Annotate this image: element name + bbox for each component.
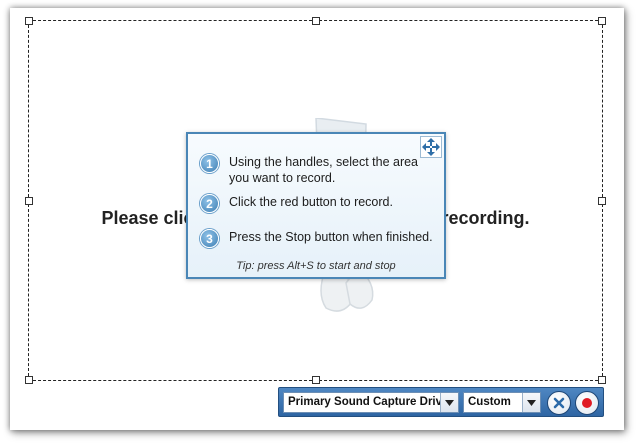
audio-driver-select[interactable]: Primary Sound Capture Driver	[283, 392, 459, 413]
resize-handle-bottom-left[interactable]	[25, 376, 33, 384]
step-number-badge: 3	[200, 229, 219, 248]
step-text: Using the handles, select the area you w…	[229, 155, 419, 185]
record-icon	[582, 398, 592, 408]
chevron-down-icon[interactable]	[522, 393, 540, 412]
shortcut-tip: Tip: press Alt+S to start and stop	[236, 260, 396, 272]
resize-handle-top-left[interactable]	[25, 17, 33, 25]
instruction-step: 1 Using the handles, select the area you…	[200, 154, 439, 186]
resize-handle-top[interactable]	[311, 17, 320, 25]
chevron-down-icon[interactable]	[440, 393, 458, 412]
step-text: Click the red button to record.	[229, 195, 393, 209]
instruction-step: 2 Click the red button to record.	[200, 194, 439, 213]
step-number-badge: 2	[200, 194, 219, 213]
resize-handle-right[interactable]	[598, 196, 606, 205]
capture-mode-value: Custom	[468, 396, 511, 408]
instructions-panel: 1 Using the handles, select the area you…	[186, 132, 446, 279]
resize-handle-bottom[interactable]	[311, 376, 320, 384]
recording-toolbar: Primary Sound Capture Driver Custom	[278, 387, 604, 417]
close-button[interactable]	[547, 391, 571, 415]
resize-handle-left[interactable]	[25, 196, 33, 205]
instruction-step: 3 Press the Stop button when finished.	[200, 229, 439, 248]
close-icon	[553, 397, 565, 409]
record-button[interactable]	[575, 391, 599, 415]
resize-handle-top-right[interactable]	[598, 17, 606, 25]
step-text: Press the Stop button when finished.	[229, 230, 433, 244]
audio-driver-value: Primary Sound Capture Driver	[288, 396, 453, 408]
step-number-badge: 1	[200, 154, 219, 173]
resize-handle-bottom-right[interactable]	[598, 376, 606, 384]
capture-mode-select[interactable]: Custom	[463, 392, 541, 413]
